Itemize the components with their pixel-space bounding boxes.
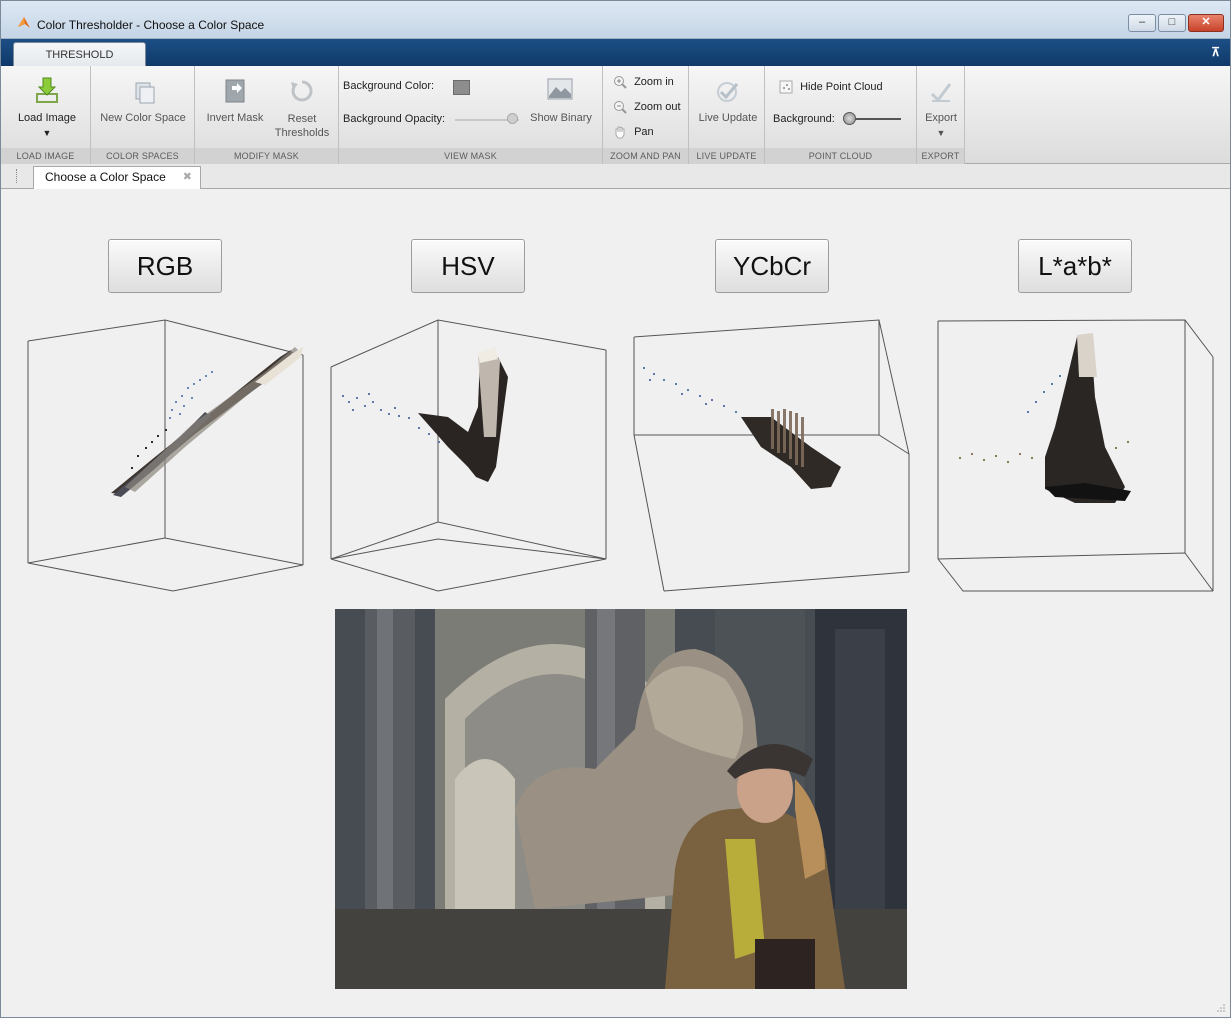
hsv-button[interactable]: HSV xyxy=(411,239,525,293)
section-label-color-spaces: COLOR SPACES xyxy=(91,148,194,164)
window-controls: – □ ✕ xyxy=(1128,14,1224,32)
title-bar: Color Thresholder - Choose a Color Space… xyxy=(1,1,1230,39)
section-zoom-pan: Zoom in Zoom out Pan ZOOM AND PAN xyxy=(603,66,689,164)
show-binary-button[interactable]: Show Binary xyxy=(523,72,599,132)
show-binary-label: Show Binary xyxy=(530,112,592,124)
invert-mask-label: Invert Mask xyxy=(206,112,264,124)
choose-color-space-panel: RGB HSV YCbCr L*a*b* xyxy=(1,189,1230,1017)
section-load-image: Load Image ▼ LOAD IMAGE xyxy=(1,66,91,164)
lab-point-cloud[interactable] xyxy=(935,317,1217,593)
zoom-out-button[interactable]: Zoom out xyxy=(613,100,681,114)
pan-button[interactable]: Pan xyxy=(613,125,654,139)
hide-point-cloud-button[interactable]: Hide Point Cloud xyxy=(779,80,883,94)
zoom-in-button[interactable]: Zoom in xyxy=(613,75,674,89)
section-label-modify-mask: MODIFY MASK xyxy=(195,148,338,164)
pan-label: Pan xyxy=(634,125,654,138)
reset-thresholds-button[interactable]: Reset Thresholds xyxy=(269,72,335,146)
live-update-icon xyxy=(717,82,739,102)
app-window: Color Thresholder - Choose a Color Space… xyxy=(0,0,1231,1018)
section-label-view-mask: VIEW MASK xyxy=(339,148,602,164)
lab-button[interactable]: L*a*b* xyxy=(1018,239,1132,293)
tab-threshold[interactable]: THRESHOLD xyxy=(13,42,146,68)
close-icon[interactable]: ✕ xyxy=(1188,14,1224,32)
section-live-update: Live Update LIVE UPDATE xyxy=(689,66,765,164)
export-label: Export xyxy=(925,112,957,124)
toolstrip-tab-bar: THRESHOLD ⊼ xyxy=(1,39,1230,68)
new-color-space-button[interactable]: New Color Space xyxy=(95,72,191,134)
live-update-label: Live Update xyxy=(698,112,758,124)
invert-mask-button[interactable]: Invert Mask xyxy=(201,72,269,134)
section-label-zoom-pan: ZOOM AND PAN xyxy=(603,148,688,164)
grip-icon xyxy=(16,169,18,183)
section-export: Export ▼ EXPORT xyxy=(917,66,965,164)
opacity-slider-thumb[interactable] xyxy=(507,113,518,124)
rgb-button[interactable]: RGB xyxy=(108,239,222,293)
minimize-icon[interactable]: – xyxy=(1128,14,1156,32)
section-point-cloud: Hide Point Cloud Background: POINT CLOUD xyxy=(765,66,917,164)
matlab-logo-icon xyxy=(18,17,30,28)
doc-tab-label: Choose a Color Space xyxy=(45,170,166,184)
section-color-spaces: New Color Space COLOR SPACES xyxy=(91,66,195,164)
background-color-swatch[interactable] xyxy=(453,80,470,95)
chevron-down-icon: ▼ xyxy=(936,128,946,138)
rgb-point-cloud[interactable] xyxy=(25,317,307,593)
export-button[interactable]: Export ▼ xyxy=(917,72,965,144)
zoom-in-icon xyxy=(614,76,627,89)
new-color-space-label: New Color Space xyxy=(100,112,186,124)
ycbcr-point-cloud[interactable] xyxy=(631,317,913,593)
section-label-export: EXPORT xyxy=(917,148,964,164)
export-icon xyxy=(930,83,952,103)
background-color-label: Background Color: xyxy=(343,80,435,92)
background-label: Background: xyxy=(773,113,835,125)
toolstrip: Load Image ▼ LOAD IMAGE New Color Space … xyxy=(1,66,1230,164)
load-image-icon xyxy=(36,77,58,103)
section-label-live-update: LIVE UPDATE xyxy=(689,148,764,164)
show-binary-icon xyxy=(547,78,573,100)
zoom-out-icon xyxy=(614,101,627,114)
window-title: Color Thresholder - Choose a Color Space xyxy=(37,18,265,32)
color-space-icon xyxy=(135,82,155,104)
document-tab-bar: Choose a Color Space ✖ xyxy=(1,164,1230,189)
section-view-mask: Background Color: Background Opacity: Sh… xyxy=(339,66,603,164)
section-modify-mask: Invert Mask Reset Thresholds MODIFY MASK xyxy=(195,66,339,164)
chevron-down-icon: ▼ xyxy=(42,128,52,138)
section-label-point-cloud: POINT CLOUD xyxy=(765,148,916,164)
reset-label-line2: Thresholds xyxy=(274,127,330,139)
hide-point-cloud-label: Hide Point Cloud xyxy=(800,80,883,93)
invert-mask-icon xyxy=(225,79,245,103)
live-update-button[interactable]: Live Update xyxy=(693,72,763,134)
section-label-load-image: LOAD IMAGE xyxy=(1,148,90,164)
ycbcr-button[interactable]: YCbCr xyxy=(715,239,829,293)
load-image-label: Load Image xyxy=(17,112,77,124)
loaded-image xyxy=(335,609,907,989)
tab-choose-color-space[interactable]: Choose a Color Space ✖ xyxy=(33,166,201,189)
load-image-button[interactable]: Load Image ▼ xyxy=(11,72,83,144)
collapse-toolstrip-icon[interactable]: ⊼ xyxy=(1211,45,1220,59)
point-cloud-slider-thumb[interactable] xyxy=(843,112,856,125)
point-cloud-icon xyxy=(779,80,793,94)
reset-icon xyxy=(291,80,313,102)
zoom-in-label: Zoom in xyxy=(634,75,674,88)
hsv-point-cloud[interactable] xyxy=(328,317,610,593)
zoom-out-label: Zoom out xyxy=(634,100,681,113)
maximize-icon[interactable]: □ xyxy=(1158,14,1186,32)
background-color-row: Background Color: xyxy=(343,80,434,92)
resize-grip-icon[interactable] xyxy=(1216,1003,1226,1013)
close-tab-icon[interactable]: ✖ xyxy=(183,167,192,188)
reset-label-line1: Reset xyxy=(287,113,317,125)
pan-hand-icon xyxy=(615,126,625,139)
background-opacity-label: Background Opacity: xyxy=(343,113,446,125)
